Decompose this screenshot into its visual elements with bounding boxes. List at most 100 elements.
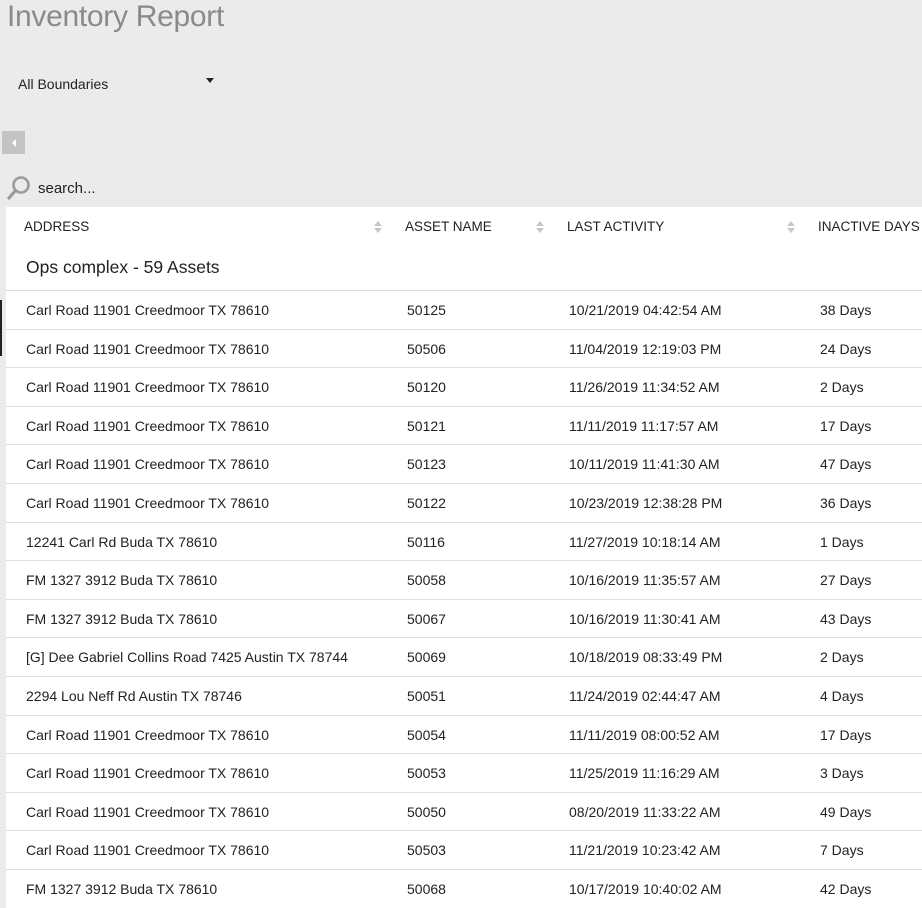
inactive-days-cell: 2 Days: [820, 379, 864, 396]
inventory-table: ADDRESS ASSET NAME LAST ACTIVITY INACTIV…: [6, 207, 922, 908]
table-row[interactable]: Carl Road 11901 Creedmoor TX 78610 50120 1…: [6, 368, 922, 407]
inactive-days-cell: 36 Days: [820, 494, 872, 511]
table-row[interactable]: Carl Road 11901 Creedmoor TX 78610 50053 1…: [6, 754, 922, 793]
table-row[interactable]: 2294 Lou Neff Rd Austin TX 78746 50051 11/…: [6, 677, 922, 716]
asset-name-cell: 50068: [407, 880, 446, 897]
address-cell: Carl Road 11901 Creedmoor TX 78610: [26, 726, 270, 743]
column-header-last-activity[interactable]: LAST ACTIVITY: [567, 207, 664, 247]
asset-name-cell: 50120: [407, 379, 446, 396]
address-cell: Carl Road 11901 Creedmoor TX 78610: [26, 456, 270, 473]
table-header: ADDRESS ASSET NAME LAST ACTIVITY INACTIV…: [6, 207, 922, 247]
inactive-days-cell: 17 Days: [820, 726, 872, 743]
asset-name-cell: 50506: [407, 340, 446, 357]
address-cell: 12241 Carl Rd Buda TX 78610: [26, 533, 218, 550]
last-activity-cell: 11/21/2019 10:23:42 AM: [569, 842, 721, 859]
asset-name-cell: 50054: [407, 726, 446, 743]
table-row[interactable]: Carl Road 11901 Creedmoor TX 78610 50503 1…: [6, 831, 922, 870]
asset-name-cell: 50050: [407, 803, 446, 820]
inactive-days-cell: 38 Days: [820, 302, 872, 318]
asset-name-cell: 50125: [407, 302, 446, 318]
sort-icon[interactable]: [787, 221, 795, 235]
table-row[interactable]: Carl Road 11901 Creedmoor TX 78610 50506 1…: [6, 330, 922, 369]
last-activity-cell: 10/11/2019 11:41:30 AM: [569, 456, 720, 473]
asset-name-cell: 50123: [407, 456, 446, 473]
last-activity-cell: 08/20/2019 11:33:22 AM: [569, 803, 721, 820]
table-row[interactable]: [G] Dee Gabriel Collins Road 7425 Austin…: [6, 638, 922, 677]
address-cell: [G] Dee Gabriel Collins Road 7425 Austin…: [26, 649, 348, 666]
table-body: Carl Road 11901 Creedmoor TX 78610 50125 1…: [6, 291, 922, 908]
sort-icon[interactable]: [536, 221, 544, 235]
last-activity-cell: 10/16/2019 11:35:57 AM: [569, 572, 721, 589]
inactive-days-cell: 43 Days: [820, 610, 872, 627]
address-cell: Carl Road 11901 Creedmoor TX 78610: [26, 494, 270, 511]
asset-name-cell: 50051: [407, 687, 446, 704]
last-activity-cell: 11/11/2019 11:17:57 AM: [569, 417, 719, 434]
last-activity-cell: 11/11/2019 08:00:52 AM: [569, 726, 720, 743]
inactive-days-cell: 17 Days: [820, 417, 872, 434]
last-activity-cell: 11/04/2019 12:19:03 PM: [569, 340, 722, 357]
inactive-days-cell: 2 Days: [820, 649, 864, 666]
last-activity-cell: 10/17/2019 10:40:02 AM: [569, 880, 722, 897]
inactive-days-cell: 1 Days: [820, 533, 864, 550]
table-row[interactable]: Carl Road 11901 Creedmoor TX 78610 50125 1…: [6, 291, 922, 330]
table-row[interactable]: Carl Road 11901 Creedmoor TX 78610 50054 1…: [6, 716, 922, 755]
asset-name-cell: 50122: [407, 494, 446, 511]
address-cell: Carl Road 11901 Creedmoor TX 78610: [26, 803, 270, 820]
asset-name-cell: 50058: [407, 572, 446, 589]
table-row[interactable]: FM 1327 3912 Buda TX 78610 50068 10/17/201…: [6, 870, 922, 908]
column-header-inactive-days[interactable]: INACTIVE DAYS: [818, 207, 920, 247]
last-activity-cell: 11/27/2019 10:18:14 AM: [569, 533, 721, 550]
address-cell: FM 1327 3912 Buda TX 78610: [26, 572, 218, 589]
boundary-select-value: All Boundaries: [18, 76, 109, 92]
group-label: Ops complex - 59 Assets: [26, 257, 220, 277]
table-row[interactable]: FM 1327 3912 Buda TX 78610 50058 10/16/201…: [6, 561, 922, 600]
inactive-days-cell: 42 Days: [820, 880, 872, 897]
asset-name-cell: 50069: [407, 649, 446, 666]
collapse-panel-button[interactable]: [2, 131, 25, 154]
scroll-indicator: [0, 300, 2, 356]
search-input[interactable]: search...: [6, 174, 306, 202]
asset-name-cell: 50121: [407, 417, 446, 434]
inactive-days-cell: 27 Days: [820, 572, 872, 589]
inactive-days-cell: 49 Days: [820, 803, 872, 820]
caret-down-icon: [206, 78, 214, 83]
last-activity-cell: 11/25/2019 11:16:29 AM: [569, 765, 720, 782]
asset-name-cell: 50116: [407, 533, 445, 550]
chevron-left-icon: [11, 138, 16, 147]
last-activity-cell: 11/24/2019 02:44:47 AM: [569, 687, 721, 704]
last-activity-cell: 10/23/2019 12:38:28 PM: [569, 494, 723, 511]
address-cell: Carl Road 11901 Creedmoor TX 78610: [26, 417, 270, 434]
sort-icon[interactable]: [374, 221, 382, 235]
inactive-days-cell: 47 Days: [820, 456, 872, 473]
address-cell: Carl Road 11901 Creedmoor TX 78610: [26, 302, 270, 318]
column-header-asset-name[interactable]: ASSET NAME: [405, 207, 492, 247]
last-activity-cell: 10/18/2019 08:33:49 PM: [569, 649, 723, 666]
table-row[interactable]: FM 1327 3912 Buda TX 78610 50067 10/16/201…: [6, 600, 922, 639]
search-placeholder: search...: [38, 179, 96, 197]
boundary-select[interactable]: All Boundaries: [18, 74, 218, 94]
table-row[interactable]: Carl Road 11901 Creedmoor TX 78610 50122 1…: [6, 484, 922, 523]
address-cell: FM 1327 3912 Buda TX 78610: [26, 610, 218, 627]
inactive-days-cell: 24 Days: [820, 340, 872, 357]
table-row[interactable]: Carl Road 11901 Creedmoor TX 78610 50121 1…: [6, 407, 922, 446]
inactive-days-cell: 4 Days: [820, 687, 864, 704]
address-cell: Carl Road 11901 Creedmoor TX 78610: [26, 842, 270, 859]
asset-name-cell: 50503: [407, 842, 446, 859]
inactive-days-cell: 3 Days: [820, 765, 864, 782]
asset-name-cell: 50067: [407, 610, 446, 627]
table-row[interactable]: Carl Road 11901 Creedmoor TX 78610 50123 1…: [6, 445, 922, 484]
inactive-days-cell: 7 Days: [820, 842, 864, 859]
last-activity-cell: 10/21/2019 04:42:54 AM: [569, 302, 722, 318]
address-cell: FM 1327 3912 Buda TX 78610: [26, 880, 218, 897]
search-icon: [7, 176, 30, 200]
table-row[interactable]: 12241 Carl Rd Buda TX 78610 50116 11/27/20…: [6, 523, 922, 562]
page-title: Inventory Report: [7, 0, 224, 33]
table-row[interactable]: Carl Road 11901 Creedmoor TX 78610 50050 0…: [6, 793, 922, 832]
asset-name-cell: 50053: [407, 765, 446, 782]
address-cell: 2294 Lou Neff Rd Austin TX 78746: [26, 687, 242, 704]
address-cell: Carl Road 11901 Creedmoor TX 78610: [26, 340, 270, 357]
column-header-address[interactable]: ADDRESS: [24, 207, 89, 247]
address-cell: Carl Road 11901 Creedmoor TX 78610: [26, 379, 270, 396]
address-cell: Carl Road 11901 Creedmoor TX 78610: [26, 765, 270, 782]
last-activity-cell: 11/26/2019 11:34:52 AM: [569, 379, 720, 396]
